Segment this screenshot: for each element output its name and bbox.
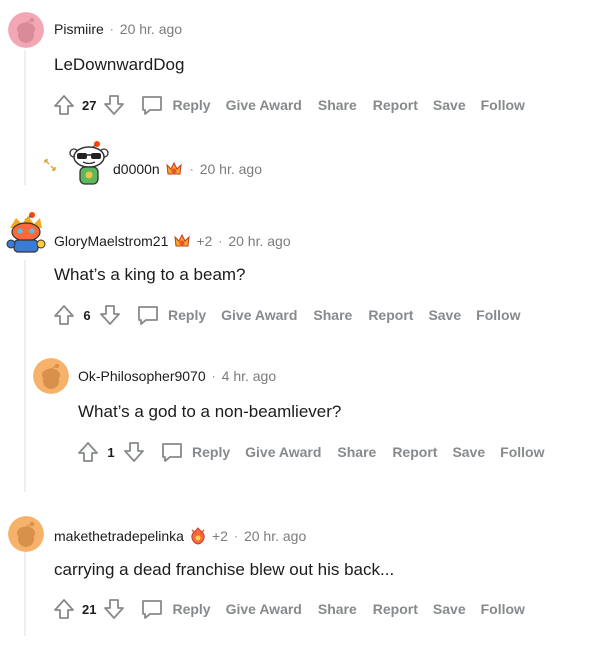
avatar[interactable] (8, 516, 44, 552)
username[interactable]: Pismiire (54, 21, 104, 37)
award-icon (172, 231, 192, 251)
thread-line[interactable] (24, 548, 26, 636)
reply-icon (142, 600, 163, 619)
give-award-button[interactable]: Give Award (226, 601, 302, 617)
username[interactable]: d0000n (113, 161, 160, 177)
separator: · (109, 22, 114, 36)
reply-button[interactable]: Reply (136, 304, 206, 326)
avatar[interactable] (6, 210, 46, 254)
comment-actions: 27 Reply Give Award Share Report Save Fo… (52, 93, 525, 117)
upvote-icon[interactable] (52, 597, 76, 621)
timestamp[interactable]: 20 hr. ago (200, 161, 262, 177)
downvote-icon[interactable] (102, 597, 126, 621)
vote-score: 6 (83, 307, 91, 323)
upvote-icon[interactable] (76, 440, 100, 464)
timestamp[interactable]: 20 hr. ago (244, 528, 306, 544)
thread-line[interactable] (24, 50, 26, 185)
reply-label: Reply (172, 601, 211, 617)
follow-button[interactable]: Follow (500, 444, 544, 460)
comment-body: LeDownwardDog (54, 55, 185, 74)
comment-body: What’s a god to a non-beamliever? (78, 402, 342, 421)
downvote-icon[interactable] (102, 93, 126, 117)
separator: · (233, 529, 238, 543)
timestamp[interactable]: 20 hr. ago (228, 233, 290, 249)
save-button[interactable]: Save (433, 97, 466, 113)
reply-icon (138, 306, 158, 325)
report-button[interactable]: Report (373, 97, 418, 113)
username[interactable]: makethetradepelinka (54, 528, 184, 544)
report-button[interactable]: Report (373, 601, 418, 617)
report-button[interactable]: Report (392, 444, 437, 460)
vote-score: 27 (82, 97, 97, 113)
comment-body: carrying a dead franchise blew out his b… (54, 560, 395, 579)
share-button[interactable]: Share (313, 307, 352, 323)
expand-icon[interactable] (42, 157, 58, 173)
upvote-icon[interactable] (52, 303, 76, 327)
username[interactable]: Ok-Philosopher9070 (78, 368, 206, 384)
avatar[interactable] (8, 12, 44, 48)
separator: · (211, 369, 216, 383)
report-button[interactable]: Report (368, 307, 413, 323)
vote-score: 1 (107, 444, 115, 460)
give-award-button[interactable]: Give Award (245, 444, 321, 460)
reply-button[interactable]: Reply (140, 94, 211, 116)
username[interactable]: GloryMaelstrom21 (54, 233, 168, 249)
save-button[interactable]: Save (428, 307, 461, 323)
give-award-button[interactable]: Give Award (226, 97, 302, 113)
follow-button[interactable]: Follow (476, 307, 520, 323)
follow-button[interactable]: Follow (481, 97, 525, 113)
separator: · (218, 234, 223, 248)
comment-actions: 6 Reply Give Award Share Report Save Fol… (52, 303, 520, 327)
avatar[interactable] (68, 140, 110, 186)
save-button[interactable]: Save (452, 444, 485, 460)
comment-meta: GloryMaelstrom21 +2 · 20 hr. ago (54, 231, 291, 251)
downvote-icon[interactable] (98, 303, 122, 327)
follow-button[interactable]: Follow (481, 601, 525, 617)
comment-actions: 1 Reply Give Award Share Report Save Fol… (76, 440, 544, 464)
comment-meta: Ok-Philosopher9070 · 4 hr. ago (78, 368, 276, 384)
award-icon (188, 526, 208, 546)
separator: · (189, 162, 194, 176)
reply-button[interactable]: Reply (160, 441, 230, 463)
save-button[interactable]: Save (433, 601, 466, 617)
reply-label: Reply (192, 444, 231, 460)
reply-icon (162, 443, 182, 462)
reply-icon (142, 96, 163, 115)
give-award-button[interactable]: Give Award (221, 307, 297, 323)
award-icon (164, 159, 184, 179)
comment-meta: makethetradepelinka +2 · 20 hr. ago (54, 526, 306, 546)
comment-body: What’s a king to a beam? (54, 265, 246, 284)
comment-meta: d0000n · 20 hr. ago (113, 159, 262, 179)
thread-line[interactable] (24, 260, 26, 492)
reply-label: Reply (172, 97, 211, 113)
share-button[interactable]: Share (337, 444, 376, 460)
comment-actions: 21 Reply Give Award Share Report Save Fo… (52, 597, 525, 621)
reply-button[interactable]: Reply (140, 598, 211, 620)
share-button[interactable]: Share (318, 601, 357, 617)
timestamp[interactable]: 4 hr. ago (222, 368, 277, 384)
award-count[interactable]: +2 (212, 528, 228, 544)
award-count[interactable]: +2 (196, 233, 212, 249)
comment-meta: Pismiire · 20 hr. ago (54, 21, 182, 37)
share-button[interactable]: Share (318, 97, 357, 113)
upvote-icon[interactable] (52, 93, 76, 117)
avatar[interactable] (33, 358, 69, 394)
timestamp[interactable]: 20 hr. ago (120, 21, 182, 37)
vote-score: 21 (82, 601, 97, 617)
reply-label: Reply (168, 307, 207, 323)
downvote-icon[interactable] (122, 440, 146, 464)
